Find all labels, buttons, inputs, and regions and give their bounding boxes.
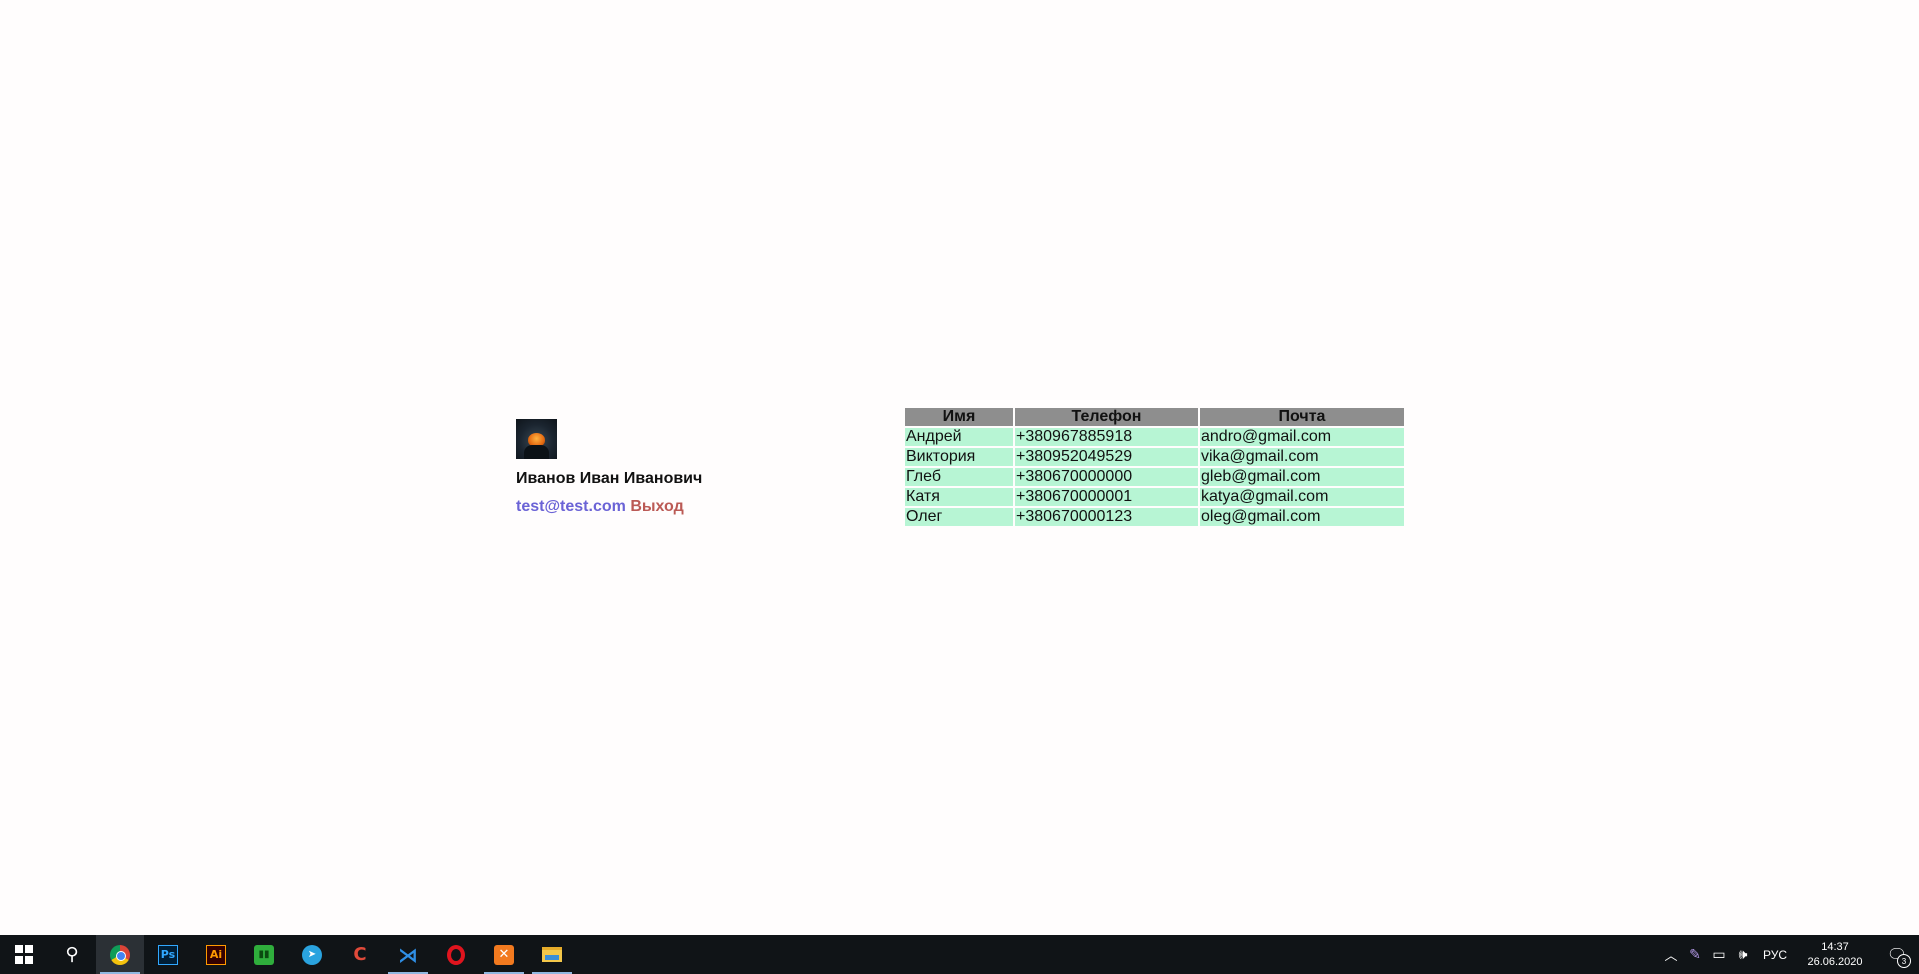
action-center-button[interactable]: 🗨 3 xyxy=(1875,935,1919,974)
green-app-icon: ▮▮ xyxy=(254,944,274,965)
illustrator-icon: Ai xyxy=(206,944,226,965)
chevron-up-icon: ︿ xyxy=(1664,948,1678,963)
notification-count-badge: 3 xyxy=(1897,954,1911,968)
cell-name: Андрей xyxy=(905,428,1013,446)
user-profile: Иванов Иван Иванович test@test.com Выход xyxy=(516,419,816,517)
column-header-phone: Телефон xyxy=(1015,408,1198,426)
taskbar-telegram[interactable]: ➤ xyxy=(288,935,336,974)
table-row: Катя +380670000001 katya@gmail.com xyxy=(905,488,1404,506)
cell-email: katya@gmail.com xyxy=(1200,488,1404,506)
taskbar-green-app[interactable]: ▮▮ xyxy=(240,935,288,974)
cell-phone: +380670000000 xyxy=(1015,468,1198,486)
ccleaner-icon: C xyxy=(353,944,367,965)
network-icon: ▭ xyxy=(1712,946,1726,962)
photoshop-icon: Ps xyxy=(158,944,178,965)
taskbar-opera[interactable] xyxy=(432,935,480,974)
table-row: Олег +380670000123 oleg@gmail.com xyxy=(905,508,1404,526)
cell-name: Катя xyxy=(905,488,1013,506)
taskbar: ⚲ Ps Ai ▮▮ ➤ C ⋊ ✕ ︿ ✎ ▭ 🕪 РУС 14:37 26.… xyxy=(0,935,1919,974)
tray-pen-button[interactable]: ✎ xyxy=(1683,935,1707,974)
table-header-row: Имя Телефон Почта xyxy=(905,408,1404,426)
taskbar-photoshop[interactable]: Ps xyxy=(144,935,192,974)
language-indicator[interactable]: РУС xyxy=(1755,935,1795,974)
chrome-icon xyxy=(110,944,130,965)
windows-logo-icon xyxy=(14,945,34,965)
cell-email: oleg@gmail.com xyxy=(1200,508,1404,526)
table-row: Глеб +380670000000 gleb@gmail.com xyxy=(905,468,1404,486)
logout-link[interactable]: Выход xyxy=(630,498,683,515)
table-row: Андрей +380967885918 andro@gmail.com xyxy=(905,428,1404,446)
taskbar-chrome[interactable] xyxy=(96,935,144,974)
xampp-icon: ✕ xyxy=(494,944,514,965)
clock[interactable]: 14:37 26.06.2020 xyxy=(1795,935,1875,974)
cell-email: gleb@gmail.com xyxy=(1200,468,1404,486)
start-button[interactable] xyxy=(0,935,48,974)
opera-icon xyxy=(447,944,465,965)
telegram-icon: ➤ xyxy=(302,944,322,965)
taskbar-ccleaner[interactable]: C xyxy=(336,935,384,974)
taskbar-xampp[interactable]: ✕ xyxy=(480,935,528,974)
cell-name: Глеб xyxy=(905,468,1013,486)
feather-icon: ✎ xyxy=(1689,946,1701,962)
speaker-icon: 🕪 xyxy=(1738,946,1748,962)
taskbar-illustrator[interactable]: Ai xyxy=(192,935,240,974)
search-icon: ⚲ xyxy=(65,944,79,965)
cell-email: andro@gmail.com xyxy=(1200,428,1404,446)
column-header-email: Почта xyxy=(1200,408,1404,426)
taskbar-file-explorer[interactable] xyxy=(528,935,576,974)
clock-time: 14:37 xyxy=(1821,940,1849,953)
network-button[interactable]: ▭ xyxy=(1707,935,1731,974)
avatar xyxy=(516,419,557,459)
cell-phone: +380670000001 xyxy=(1015,488,1198,506)
cell-phone: +380967885918 xyxy=(1015,428,1198,446)
volume-button[interactable]: 🕪 xyxy=(1731,935,1755,974)
page: Иванов Иван Иванович test@test.com Выход… xyxy=(0,0,1919,935)
system-tray: ︿ ✎ ▭ 🕪 РУС 14:37 26.06.2020 🗨 3 xyxy=(1659,935,1919,974)
contacts-table: Имя Телефон Почта Андрей +380967885918 a… xyxy=(903,406,1406,528)
show-hidden-icons-button[interactable]: ︿ xyxy=(1659,935,1683,974)
table-row: Виктория +380952049529 vika@gmail.com xyxy=(905,448,1404,466)
profile-email-link[interactable]: test@test.com xyxy=(516,498,626,515)
profile-links: test@test.com Выход xyxy=(516,497,816,517)
cell-name: Олег xyxy=(905,508,1013,526)
cell-name: Виктория xyxy=(905,448,1013,466)
file-explorer-icon xyxy=(542,947,562,962)
taskbar-search-button[interactable]: ⚲ xyxy=(48,935,96,974)
vscode-icon: ⋊ xyxy=(398,942,418,967)
column-header-name: Имя xyxy=(905,408,1013,426)
profile-name: Иванов Иван Иванович xyxy=(516,470,703,487)
avatar-figure xyxy=(524,445,549,459)
cell-phone: +380952049529 xyxy=(1015,448,1198,466)
taskbar-vscode[interactable]: ⋊ xyxy=(384,935,432,974)
clock-date: 26.06.2020 xyxy=(1807,955,1863,968)
cell-phone: +380670000123 xyxy=(1015,508,1198,526)
cell-email: vika@gmail.com xyxy=(1200,448,1404,466)
